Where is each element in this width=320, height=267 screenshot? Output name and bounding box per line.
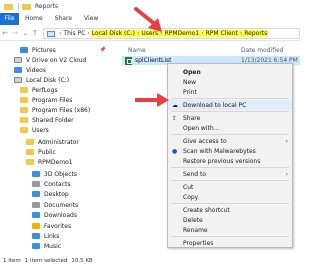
breadcrumb-rpm-client[interactable]: RPM Client xyxy=(204,30,239,37)
tab-home[interactable]: Home xyxy=(19,13,49,25)
menu-item-share[interactable]: ⇪ Share xyxy=(168,113,292,123)
arrow-icon xyxy=(32,233,40,239)
sidebar-item-links[interactable]: Links xyxy=(32,231,59,241)
address-bar[interactable]: › This PC › Local Disk (C:) › Users › RP… xyxy=(43,28,300,39)
menu-item-print[interactable]: Print xyxy=(168,87,292,97)
sidebar-item-program-files[interactable]: Program Files xyxy=(20,95,72,105)
sidebar-item-shared-folder[interactable]: Shared Folder xyxy=(20,115,74,125)
sidebar-item-desktop[interactable]: Desktop xyxy=(32,189,69,199)
up-arrow-icon[interactable]: ↑ xyxy=(30,29,40,37)
folder-icon xyxy=(20,87,28,93)
sidebar-item-administrator[interactable]: Administrator xyxy=(26,137,79,147)
chevron-right-icon: › xyxy=(285,137,288,145)
3d-objects-icon xyxy=(32,171,40,177)
menu-item-scan-malwarebytes[interactable]: ● Scan with Malwarebytes xyxy=(168,146,292,156)
tab-share[interactable]: Share xyxy=(49,13,78,25)
music-icon xyxy=(32,243,40,249)
menu-item-restore-versions[interactable]: Restore previous versions xyxy=(168,156,292,166)
folder-icon xyxy=(4,3,13,10)
sidebar-item-v-drive[interactable]: V Drive on V2 Cloud xyxy=(14,55,86,65)
divider xyxy=(18,2,19,11)
sidebar-item-local-disk[interactable]: Local Disk (C:) xyxy=(14,75,69,85)
sidebar-item-favorites[interactable]: Favorites xyxy=(32,221,71,231)
tab-file[interactable]: File xyxy=(0,13,19,25)
file-name: splClientList xyxy=(135,57,172,64)
menu-item-open-with[interactable]: Open with... xyxy=(168,123,292,133)
sidebar-item-music[interactable]: Music xyxy=(32,241,61,251)
folder-icon xyxy=(20,97,28,103)
breadcrumb-reports[interactable]: Reports xyxy=(243,30,269,37)
menu-separator xyxy=(171,167,289,168)
sidebar-item-downloads[interactable]: Downloads xyxy=(32,210,77,220)
menu-item-properties[interactable]: Properties xyxy=(168,238,292,248)
sidebar-item-users[interactable]: Users xyxy=(20,125,49,135)
excel-file-icon xyxy=(125,56,132,65)
chevron-right-icon: › xyxy=(285,170,288,178)
sidebar-item-pictures[interactable]: Pictures 📌 xyxy=(20,45,106,55)
menu-separator xyxy=(171,180,289,181)
menu-item-give-access[interactable]: Give access to › xyxy=(168,136,292,146)
share-icon: ⇪ xyxy=(172,114,178,122)
back-arrow-icon[interactable]: ← xyxy=(0,29,10,37)
menu-item-copy[interactable]: Copy xyxy=(168,192,292,202)
menu-item-rename[interactable]: Rename xyxy=(168,225,292,235)
chevron-down-icon[interactable]: ⌄ xyxy=(20,29,30,37)
folder-icon xyxy=(26,159,34,165)
annotation-arrow-icon xyxy=(135,93,169,107)
menu-item-send-to[interactable]: Send to › xyxy=(168,169,292,179)
folder-icon xyxy=(26,149,34,155)
menu-item-cut[interactable]: Cut xyxy=(168,182,292,192)
breadcrumb-local-disk[interactable]: Local Disk (C:) xyxy=(90,30,136,37)
menu-item-download-local[interactable]: ☁ Download to local PC xyxy=(168,100,292,110)
network-drive-icon xyxy=(14,57,22,63)
sidebar-item-program-files-x86[interactable]: Program Files (x86) xyxy=(20,105,90,115)
sidebar-item-perflogs[interactable]: PerfLogs xyxy=(20,85,58,95)
status-selected: 1 item selected xyxy=(24,258,68,264)
annotation-arrow-icon xyxy=(134,7,162,32)
menu-separator xyxy=(171,111,289,112)
sidebar-item-3d-objects[interactable]: 3D Objects xyxy=(32,169,77,179)
menu-separator xyxy=(171,236,289,237)
tab-view[interactable]: View xyxy=(78,13,104,25)
status-item-count: 1 item xyxy=(3,258,21,264)
sidebar-item-documents[interactable]: Documents xyxy=(32,200,78,210)
contacts-icon xyxy=(32,181,40,187)
folder-icon xyxy=(22,3,31,10)
sidebar-item-videos[interactable]: Videos xyxy=(14,65,46,75)
downloads-icon xyxy=(32,212,40,218)
star-icon xyxy=(32,223,40,229)
menu-separator xyxy=(171,134,289,135)
sidebar-item-contacts[interactable]: Contacts xyxy=(32,179,70,189)
forward-arrow-icon[interactable]: → xyxy=(10,29,20,37)
status-size: 10.5 KB xyxy=(71,258,93,264)
status-bar: 1 item 1 item selected 10.5 KB xyxy=(0,255,300,267)
breadcrumb-this-pc[interactable]: This PC xyxy=(62,30,86,37)
folder-icon xyxy=(20,107,28,113)
documents-icon xyxy=(32,202,40,208)
menu-item-open[interactable]: Open xyxy=(168,67,292,77)
menu-separator xyxy=(171,203,289,204)
drive-icon xyxy=(14,77,22,83)
cloud-download-icon: ☁ xyxy=(172,101,178,109)
navigation-pane: Pictures 📌 V Drive on V2 Cloud Videos Lo… xyxy=(0,41,106,255)
videos-icon xyxy=(14,67,22,73)
malwarebytes-icon: ● xyxy=(172,147,178,155)
column-header-date[interactable]: Date modified xyxy=(241,47,284,54)
desktop-icon xyxy=(32,191,40,197)
menu-item-new[interactable]: New xyxy=(168,77,292,87)
context-menu: Open New Print ☁ Download to local PC ⇪ … xyxy=(167,63,293,248)
folder-icon xyxy=(26,139,34,145)
breadcrumb-rpmdemo1[interactable]: RPMDemo1 xyxy=(163,30,201,37)
sidebar-item-public[interactable]: Public xyxy=(26,147,56,157)
menu-item-delete[interactable]: Delete xyxy=(168,215,292,225)
column-header-name[interactable]: Name xyxy=(128,47,146,54)
window-title: Reports xyxy=(35,3,59,10)
folder-icon xyxy=(20,127,28,133)
folder-icon xyxy=(20,117,28,123)
sidebar-item-rpmdemo1[interactable]: RPMDemo1 xyxy=(26,157,73,167)
menu-item-create-shortcut[interactable]: Create shortcut xyxy=(168,205,292,215)
computer-icon xyxy=(47,30,55,37)
menu-separator xyxy=(171,98,289,99)
pictures-icon xyxy=(20,47,28,53)
